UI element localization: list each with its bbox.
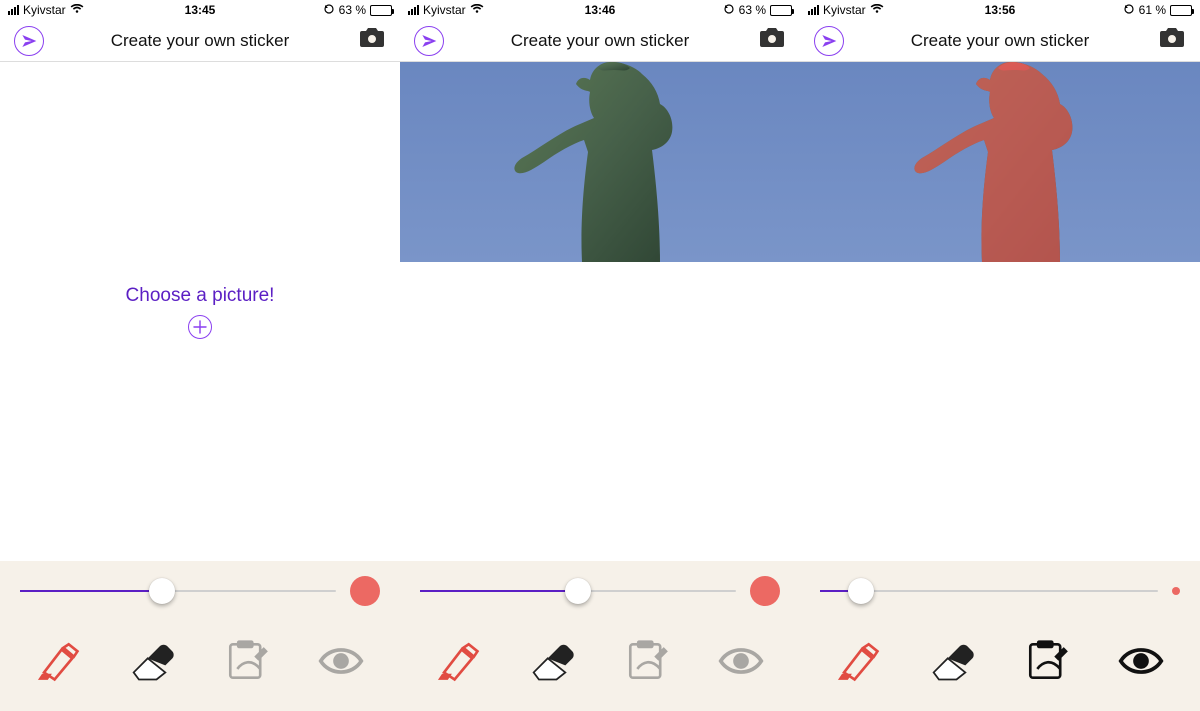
wifi-icon: [870, 3, 884, 17]
camera-button[interactable]: [1158, 27, 1186, 54]
brush-size-slider[interactable]: [820, 576, 1158, 606]
eraser-tool[interactable]: [123, 636, 183, 686]
cell-signal-icon: [8, 5, 19, 15]
page-title: Create your own sticker: [800, 31, 1200, 51]
add-picture-button[interactable]: [188, 315, 212, 339]
content-area: [400, 62, 800, 711]
clipboard-tool[interactable]: [217, 636, 277, 686]
marker-tool[interactable]: [29, 636, 89, 686]
orientation-lock-icon: [323, 3, 335, 18]
send-button[interactable]: [14, 26, 44, 56]
nav-bar: Create your own sticker: [400, 20, 800, 62]
marker-tool[interactable]: [829, 636, 889, 686]
battery-pct: 61 %: [1139, 3, 1166, 17]
battery-icon: [1170, 5, 1192, 16]
bottom-toolbar: [0, 561, 400, 711]
status-bar: Kyivstar 13:45 63 %: [0, 0, 400, 20]
carrier-label: Kyivstar: [423, 3, 466, 17]
battery-icon: [370, 5, 392, 16]
carrier-label: Kyivstar: [23, 3, 66, 17]
orientation-lock-icon: [723, 3, 735, 18]
brush-preview-dot: [350, 576, 380, 606]
marker-tool[interactable]: [429, 636, 489, 686]
statue-image: [460, 62, 740, 262]
bottom-toolbar: [400, 561, 800, 711]
statue-image: [860, 62, 1140, 262]
wifi-icon: [70, 3, 84, 17]
preview-toggle[interactable]: [711, 636, 771, 686]
image-canvas[interactable]: [800, 62, 1200, 262]
image-canvas[interactable]: [400, 62, 800, 262]
preview-toggle[interactable]: [311, 636, 371, 686]
nav-bar: Create your own sticker: [0, 20, 400, 62]
brush-preview-dot: [1172, 587, 1180, 595]
page-title: Create your own sticker: [0, 31, 400, 51]
send-button[interactable]: [814, 26, 844, 56]
battery-pct: 63 %: [739, 3, 766, 17]
orientation-lock-icon: [1123, 3, 1135, 18]
cell-signal-icon: [408, 5, 419, 15]
bottom-toolbar: [800, 561, 1200, 711]
brush-size-slider[interactable]: [20, 576, 336, 606]
clipboard-tool[interactable]: [617, 636, 677, 686]
battery-pct: 63 %: [339, 3, 366, 17]
preview-toggle[interactable]: [1111, 636, 1171, 686]
cell-signal-icon: [808, 5, 819, 15]
clipboard-tool[interactable]: [1017, 636, 1077, 686]
nav-bar: Create your own sticker: [800, 20, 1200, 62]
content-area: Choose a picture!: [0, 62, 400, 711]
camera-button[interactable]: [758, 27, 786, 54]
choose-picture-label: Choose a picture!: [126, 285, 275, 307]
status-bar: Kyivstar 13:46 63 %: [400, 0, 800, 20]
empty-state: Choose a picture!: [0, 62, 400, 561]
content-area: [800, 62, 1200, 711]
eraser-tool[interactable]: [523, 636, 583, 686]
brush-preview-dot: [750, 576, 780, 606]
page-title: Create your own sticker: [400, 31, 800, 51]
carrier-label: Kyivstar: [823, 3, 866, 17]
camera-button[interactable]: [358, 27, 386, 54]
status-bar: Kyivstar 13:56 61 %: [800, 0, 1200, 20]
send-button[interactable]: [414, 26, 444, 56]
wifi-icon: [470, 3, 484, 17]
eraser-tool[interactable]: [923, 636, 983, 686]
battery-icon: [770, 5, 792, 16]
brush-size-slider[interactable]: [420, 576, 736, 606]
